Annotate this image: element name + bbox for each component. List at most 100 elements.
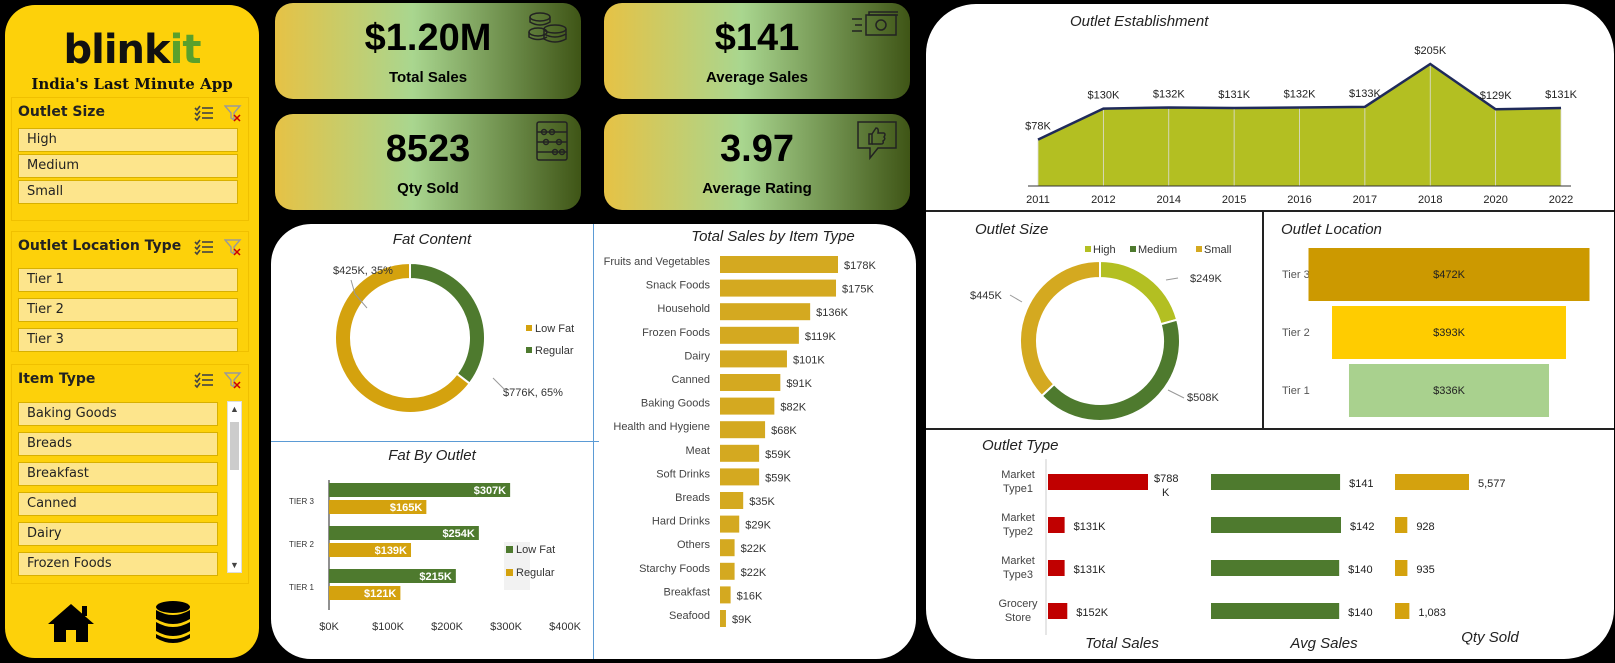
data-label: $129K	[1480, 90, 1512, 102]
multi-select-icon[interactable]	[194, 371, 214, 389]
donut-group	[334, 261, 486, 414]
kpi-label: Average Sales	[705, 69, 808, 86]
slicer-item-breads[interactable]: Breads	[18, 432, 218, 456]
bar[interactable]	[720, 421, 766, 439]
bar-total-sales[interactable]	[1048, 474, 1148, 490]
legend-label: High	[1093, 244, 1116, 256]
legend-label: Regular	[516, 567, 555, 579]
logo-accent: it	[169, 27, 202, 73]
legend-label: Regular	[535, 345, 574, 357]
bar-qty-sold[interactable]	[1395, 474, 1469, 490]
scroll-down-icon[interactable]: ▼	[230, 560, 239, 570]
slicer-item-type: Item Type Baking Goods Breads Breakfast …	[11, 364, 249, 584]
legend-swatch-regular	[506, 569, 513, 576]
tick-label: 2020	[1483, 194, 1507, 206]
tick-label: 2011	[1026, 194, 1050, 206]
bar-avg-sales[interactable]	[1211, 517, 1341, 533]
coins-icon	[528, 12, 567, 43]
clear-filter-icon[interactable]	[224, 238, 242, 256]
fat-content-chart: $425K, 35% $776K, 65% Low Fat Regular	[333, 261, 574, 414]
database-icon[interactable]	[155, 600, 191, 645]
donut-slice-medium[interactable]	[1040, 318, 1181, 422]
bar[interactable]	[720, 279, 837, 297]
leader-line	[1009, 294, 1023, 303]
slicer-item-dairy[interactable]: Dairy	[18, 522, 218, 546]
scroll-thumb[interactable]	[230, 422, 239, 470]
tick-label: 2018	[1418, 194, 1442, 206]
category-label: Hard Drinks	[652, 516, 711, 528]
tick-label: 2014	[1157, 194, 1181, 206]
bar[interactable]	[720, 586, 731, 604]
home-icon[interactable]	[46, 602, 96, 644]
bar-label: $22K	[741, 543, 767, 555]
slicer-title: Outlet Size	[18, 104, 105, 120]
bar-qty-sold[interactable]	[1395, 603, 1410, 619]
slicer-item-breakfast[interactable]: Breakfast	[18, 462, 218, 486]
slicer-item-frozen-foods[interactable]: Frozen Foods	[18, 552, 218, 576]
bar-total-sales[interactable]	[1048, 560, 1065, 576]
slice-label: $425K, 35%	[333, 265, 393, 277]
slicer-item-small[interactable]: Small	[18, 180, 238, 204]
bar[interactable]	[720, 326, 799, 344]
category-label: Baking Goods	[641, 398, 711, 410]
bar[interactable]	[720, 444, 760, 462]
bar[interactable]	[720, 374, 781, 391]
slicer-scrollbar[interactable]: ▲ ▼	[227, 401, 242, 573]
bar[interactable]	[720, 350, 787, 368]
bar-label: $59K	[765, 449, 791, 461]
bar[interactable]	[720, 610, 726, 627]
kpi-average-rating: 3.97 Average Rating	[604, 114, 910, 210]
bar-qty-sold[interactable]	[1395, 560, 1408, 576]
bar-label: $139K	[375, 545, 407, 557]
data-label: $130K	[1087, 90, 1119, 102]
bar-qty-sold[interactable]	[1395, 517, 1408, 533]
tick-label: 2016	[1287, 194, 1311, 206]
clear-filter-icon[interactable]	[224, 371, 242, 389]
donut-slice-small[interactable]	[1019, 259, 1101, 398]
column-title: Total Sales	[1085, 635, 1159, 652]
row-label: Type2	[1003, 526, 1033, 538]
row-label: Store	[1005, 612, 1031, 624]
category-label: Canned	[671, 374, 710, 386]
bar[interactable]	[720, 562, 735, 580]
slicer-item-medium[interactable]: Medium	[18, 154, 238, 178]
multi-select-icon[interactable]	[194, 238, 214, 256]
bar[interactable]	[720, 515, 740, 533]
slicer-item-tier-2[interactable]: Tier 2	[18, 298, 238, 322]
category-label: TIER 2	[289, 540, 314, 549]
bar-label: $178K	[844, 260, 876, 272]
clear-filter-icon[interactable]	[224, 104, 242, 122]
bar-total-sales[interactable]	[1048, 517, 1065, 533]
bar[interactable]	[720, 539, 735, 557]
bar[interactable]	[720, 468, 760, 486]
scroll-up-icon[interactable]: ▲	[230, 404, 239, 414]
donut-slice-high[interactable]	[1099, 259, 1179, 326]
slicer-item-high[interactable]: High	[18, 128, 238, 152]
bar-avg-sales[interactable]	[1211, 474, 1341, 490]
tick-label: $0K	[319, 621, 339, 633]
bar[interactable]	[720, 397, 775, 415]
chart-title: Outlet Type	[982, 437, 1059, 454]
slicer-controls	[194, 238, 242, 256]
bar-label: K	[1162, 487, 1170, 499]
bar[interactable]	[720, 492, 744, 509]
bar-avg-sales[interactable]	[1211, 603, 1340, 619]
row-label: Type1	[1003, 483, 1033, 495]
bar-avg-sales[interactable]	[1211, 560, 1340, 576]
chart-title: Total Sales by Item Type	[691, 228, 855, 245]
fat-by-outlet-chart: $307K $165K $254K $139K $215K $121K TIER 3 TI…	[289, 480, 582, 633]
slicer-item-tier-3[interactable]: Tier 3	[18, 328, 238, 352]
bar[interactable]	[720, 303, 811, 321]
donut-slice-regular[interactable]	[409, 261, 486, 385]
bar-total-sales[interactable]	[1048, 603, 1068, 619]
data-label: $132K	[1284, 88, 1316, 100]
multi-select-icon[interactable]	[194, 104, 214, 122]
app-logo: blinkit	[5, 27, 259, 73]
category-label: Household	[657, 303, 710, 315]
slicer-item-baking-goods[interactable]: Baking Goods	[18, 402, 218, 426]
slicer-item-canned[interactable]: Canned	[18, 492, 218, 516]
outlet-size-chart: High Medium Small $249K $508K $445K	[970, 244, 1232, 422]
slicer-item-tier-1[interactable]: Tier 1	[18, 268, 238, 292]
bar-label: $788	[1154, 473, 1178, 485]
bar[interactable]	[720, 256, 838, 273]
